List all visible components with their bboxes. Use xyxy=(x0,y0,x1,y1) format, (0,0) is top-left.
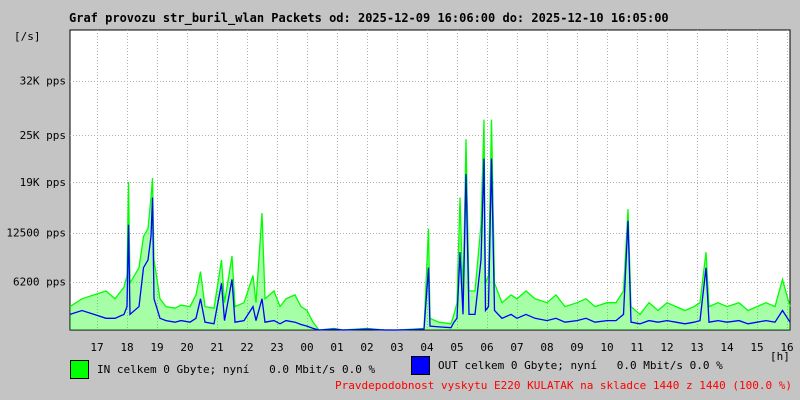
x-tick-label: 01 xyxy=(330,341,343,354)
x-tick-label: 04 xyxy=(420,341,434,354)
x-tick-label: 13 xyxy=(690,341,703,354)
x-tick-label: 23 xyxy=(270,341,283,354)
legend-in: IN celkem 0 Gbyte; nyní 0.0 Mbit/s 0.0 % xyxy=(70,360,375,379)
y-tick-label: 32K pps xyxy=(20,75,66,88)
x-axis-label: [h] xyxy=(770,350,790,363)
x-tick-label: 21 xyxy=(210,341,223,354)
y-tick-label: 12500 pps xyxy=(6,227,66,240)
x-tick-label: 00 xyxy=(300,341,313,354)
x-tick-label: 15 xyxy=(750,341,763,354)
legend-in-swatch xyxy=(70,360,89,379)
x-tick-label: 06 xyxy=(480,341,493,354)
y-tick-label: 6200 pps xyxy=(13,276,66,289)
y-axis-label: [/s] xyxy=(14,30,41,43)
x-tick-label: 10 xyxy=(600,341,613,354)
y-tick-label: 25K pps xyxy=(20,129,66,142)
x-tick-label: 17 xyxy=(90,341,103,354)
x-tick-label: 18 xyxy=(120,341,133,354)
legend-out-text: OUT celkem 0 Gbyte; nyní 0.0 Mbit/s 0.0 … xyxy=(438,359,723,372)
x-tick-label: 20 xyxy=(180,341,193,354)
x-tick-label: 22 xyxy=(240,341,253,354)
traffic-chart: 6200 pps 12500 pps 19K pps 25K pps 32K pps 1… xyxy=(6,29,794,363)
x-tick-label: 08 xyxy=(540,341,553,354)
x-tick-label: 12 xyxy=(660,341,673,354)
x-tick-label: 05 xyxy=(450,341,463,354)
legend-out: OUT celkem 0 Gbyte; nyní 0.0 Mbit/s 0.0 … xyxy=(411,356,723,375)
x-tick-label: 02 xyxy=(360,341,373,354)
y-axis-ticks: 6200 pps 12500 pps 19K pps 25K pps 32K pps xyxy=(6,75,66,289)
y-tick-label: 19K pps xyxy=(20,176,66,189)
legend-out-swatch xyxy=(411,356,430,375)
x-tick-label: 03 xyxy=(390,341,403,354)
x-tick-label: 11 xyxy=(630,341,643,354)
x-tick-label: 09 xyxy=(570,341,583,354)
x-axis-ticks: 17 18 19 20 21 22 23 00 01 02 03 04 05 06 07 08 09 10 11 12… xyxy=(90,341,793,354)
x-tick-label: 14 xyxy=(720,341,734,354)
x-tick-label: 19 xyxy=(150,341,163,354)
legend-in-text: IN celkem 0 Gbyte; nyní 0.0 Mbit/s 0.0 % xyxy=(97,363,376,376)
x-tick-label: 07 xyxy=(510,341,523,354)
footer-note: Pravdepodobnost vyskytu E220 KULATAK na … xyxy=(335,379,792,392)
